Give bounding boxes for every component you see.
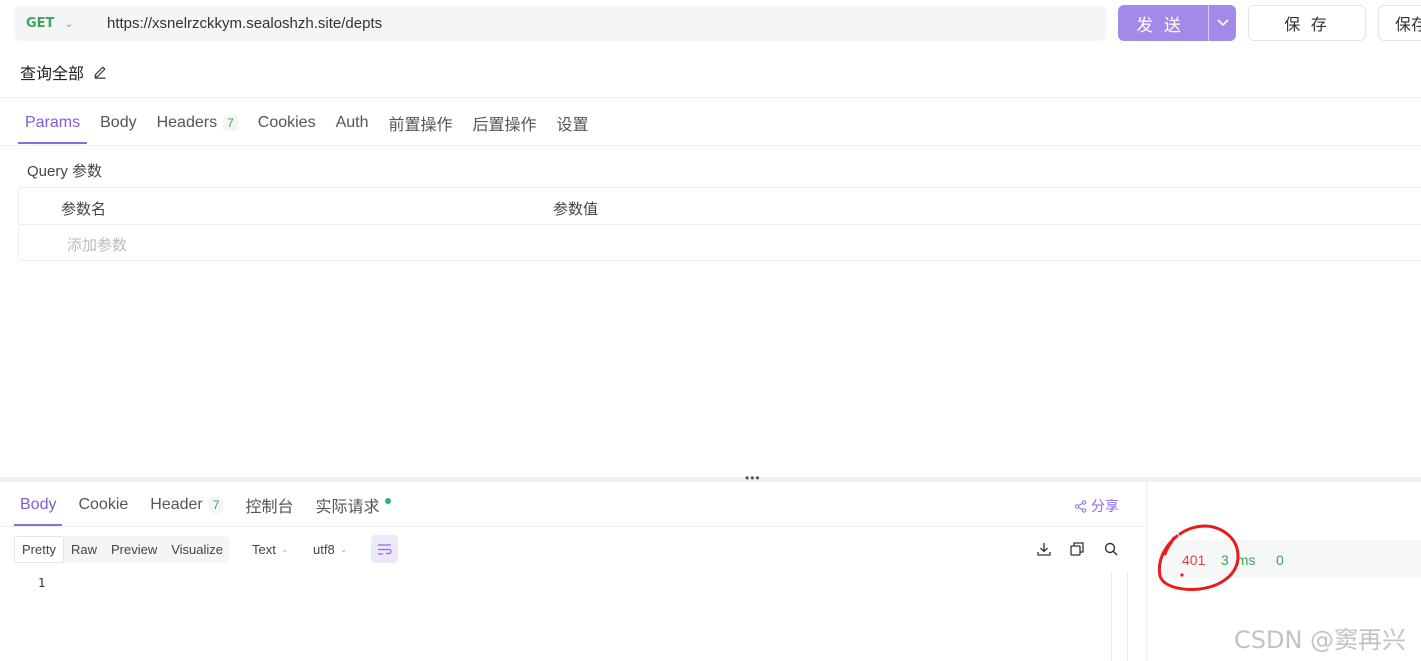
response-size: 0 bbox=[1276, 552, 1284, 568]
params-table: 参数名 参数值 添加参数 bbox=[18, 187, 1421, 261]
url-input[interactable]: https://xsnelrzckkym.sealoshzh.site/dept… bbox=[107, 15, 382, 32]
response-body-editor[interactable]: 1 bbox=[14, 572, 1128, 661]
divider bbox=[0, 145, 1421, 146]
wrap-icon bbox=[378, 543, 392, 555]
tab-label: 前置操作 bbox=[388, 117, 453, 134]
query-params-label: Query 参数 bbox=[27, 163, 103, 180]
chevron-down-icon: ⌄ bbox=[280, 544, 289, 554]
res-tab-console[interactable]: 控制台 bbox=[239, 484, 299, 526]
tab-label: Params bbox=[25, 114, 81, 131]
res-tab-cookie[interactable]: Cookie bbox=[72, 484, 134, 526]
request-tabs: Params Body Headers 7 Cookies Auth 前置操作 后… bbox=[18, 103, 602, 145]
res-tab-actual-request[interactable]: 实际请求 bbox=[309, 484, 397, 526]
encoding-select[interactable]: utf8 ⌄ bbox=[313, 542, 347, 557]
send-button-label[interactable]: 发 送 bbox=[1118, 5, 1208, 41]
editor-scrollbar[interactable] bbox=[1111, 572, 1112, 661]
method-select[interactable]: GET ⌄ bbox=[14, 16, 94, 31]
divider bbox=[0, 97, 1421, 98]
divider bbox=[0, 526, 1146, 527]
tab-label: Header bbox=[150, 496, 203, 513]
tab-label: Body bbox=[20, 496, 57, 513]
share-label: 分享 bbox=[1091, 498, 1119, 514]
red-circle-annotation bbox=[1157, 524, 1240, 591]
tab-headers[interactable]: Headers 7 bbox=[150, 103, 245, 143]
format-pretty[interactable]: Pretty bbox=[14, 536, 64, 563]
content-type-value: Text bbox=[252, 542, 276, 557]
request-name: 查询全部 bbox=[20, 60, 108, 84]
send-button[interactable]: 发 送 bbox=[1118, 5, 1236, 41]
panel-splitter[interactable] bbox=[0, 477, 1421, 482]
tab-label: Cookie bbox=[78, 496, 129, 513]
response-tabs: Body Cookie Header 7 控制台 实际请求 bbox=[14, 484, 407, 526]
copy-icon[interactable] bbox=[1069, 541, 1085, 557]
tab-label: Auth bbox=[335, 114, 369, 131]
col-param-value: 参数值 bbox=[553, 201, 599, 218]
res-tab-body[interactable]: Body bbox=[14, 484, 63, 526]
tab-params[interactable]: Params bbox=[18, 103, 88, 144]
format-raw[interactable]: Raw bbox=[64, 536, 104, 563]
divider bbox=[1127, 572, 1128, 661]
add-param-row[interactable]: 添加参数 bbox=[19, 225, 1421, 261]
save-button[interactable]: 保 存 bbox=[1248, 5, 1366, 41]
tab-auth[interactable]: Auth bbox=[329, 103, 376, 143]
tab-pre-operations[interactable]: 前置操作 bbox=[382, 103, 460, 143]
res-tab-header[interactable]: Header 7 bbox=[144, 484, 229, 526]
tab-label: 设置 bbox=[556, 117, 589, 134]
drag-handle-icon[interactable]: ••• bbox=[745, 471, 761, 485]
content-type-select[interactable]: Text ⌄ bbox=[252, 542, 288, 557]
request-name-label: 查询全部 bbox=[20, 66, 85, 83]
watermark: CSDN @窦再兴 bbox=[1234, 626, 1407, 654]
chevron-down-icon: ⌄ bbox=[64, 17, 74, 30]
format-toggle-group: Pretty Raw Preview Visualize bbox=[14, 536, 231, 563]
tab-post-operations[interactable]: 后置操作 bbox=[466, 103, 544, 143]
params-table-header: 参数名 参数值 bbox=[19, 188, 1421, 225]
tab-cookies[interactable]: Cookies bbox=[251, 103, 323, 143]
format-preview[interactable]: Preview bbox=[104, 536, 164, 563]
tab-label: Cookies bbox=[257, 114, 316, 131]
method-label: GET bbox=[26, 16, 55, 31]
format-visualize[interactable]: Visualize bbox=[164, 536, 230, 563]
edit-icon[interactable] bbox=[92, 64, 108, 80]
save-as-button[interactable]: 保存 bbox=[1378, 5, 1421, 41]
tab-body[interactable]: Body bbox=[93, 103, 143, 143]
status-dot-icon bbox=[385, 498, 392, 504]
search-icon[interactable] bbox=[1103, 541, 1119, 557]
tab-label: Headers bbox=[156, 114, 218, 131]
tab-label: 后置操作 bbox=[472, 117, 537, 134]
chevron-down-icon: ⌄ bbox=[339, 544, 348, 554]
share-icon bbox=[1074, 499, 1087, 513]
col-param-name: 参数名 bbox=[61, 201, 107, 218]
add-param-input[interactable]: 添加参数 bbox=[67, 234, 127, 255]
send-dropdown-icon[interactable] bbox=[1208, 5, 1236, 41]
download-icon[interactable] bbox=[1036, 541, 1052, 557]
divider bbox=[1146, 482, 1147, 661]
tab-label: 实际请求 bbox=[315, 499, 380, 516]
tab-settings[interactable]: 设置 bbox=[550, 103, 596, 143]
tab-label: Body bbox=[100, 114, 137, 131]
share-button[interactable]: 分享 bbox=[1074, 496, 1119, 516]
headers-count-badge: 7 bbox=[223, 115, 238, 131]
header-count-badge: 7 bbox=[208, 497, 224, 513]
line-number: 1 bbox=[38, 576, 46, 590]
url-bar[interactable]: GET ⌄ https://xsnelrzckkym.sealoshzh.sit… bbox=[14, 6, 1106, 41]
word-wrap-button[interactable] bbox=[371, 535, 398, 563]
tab-label: 控制台 bbox=[245, 499, 294, 516]
encoding-value: utf8 bbox=[313, 542, 335, 557]
